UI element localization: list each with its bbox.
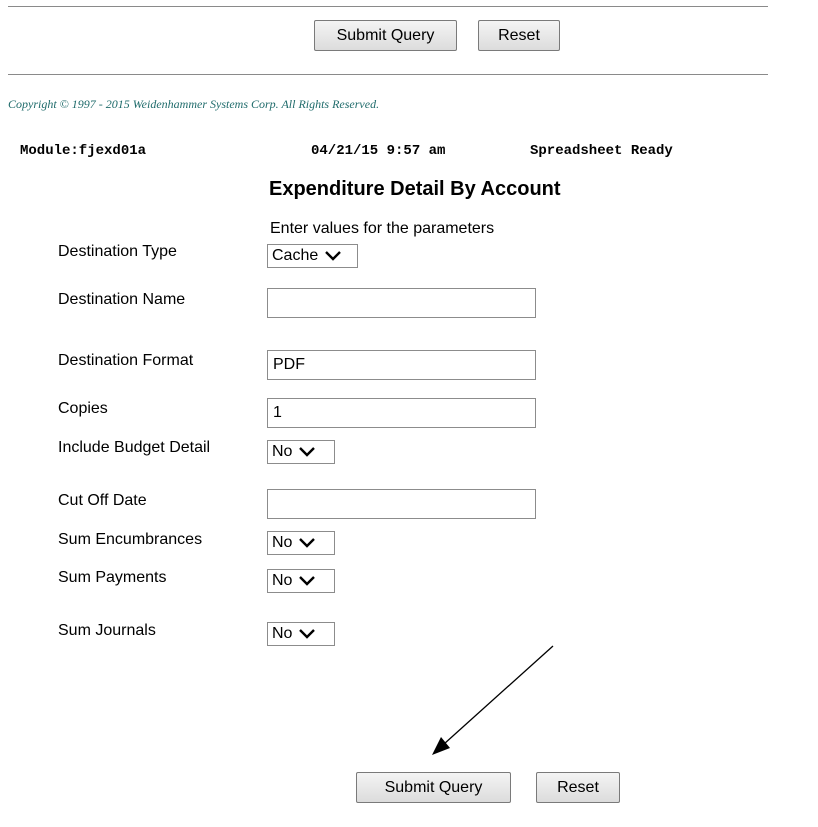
divider — [8, 74, 768, 75]
sum-payments-select[interactable]: No — [267, 569, 335, 593]
sum-journals-select[interactable]: No — [267, 622, 335, 646]
copies-input[interactable]: 1 — [267, 398, 536, 428]
sum-payments-label: Sum Payments — [58, 569, 167, 586]
status-text: Spreadsheet Ready — [530, 143, 673, 159]
arrow-annotation — [432, 645, 554, 755]
destination-name-input[interactable] — [267, 288, 536, 318]
destination-type-value: Cache — [272, 247, 319, 264]
include-budget-detail-select[interactable]: No — [267, 440, 335, 464]
chevron-down-icon — [299, 576, 316, 586]
sum-encumbrances-value: No — [272, 534, 293, 551]
reset-button-top[interactable]: Reset — [478, 20, 560, 51]
destination-name-label: Destination Name — [58, 291, 186, 308]
destination-type-select[interactable]: Cache — [267, 244, 358, 268]
cut-off-date-input[interactable] — [267, 489, 536, 519]
submit-query-button-top[interactable]: Submit Query — [314, 20, 457, 51]
cut-off-date-label: Cut Off Date — [58, 492, 147, 509]
destination-format-input[interactable]: PDF — [267, 350, 536, 380]
sum-encumbrances-label: Sum Encumbrances — [58, 531, 203, 548]
chevron-down-icon — [299, 629, 316, 639]
include-budget-detail-label: Include Budget Detail — [58, 439, 211, 456]
copyright-notice: Copyright © 1997 - 2015 Weidenhammer Sys… — [8, 97, 380, 111]
destination-format-label: Destination Format — [58, 352, 194, 369]
chevron-down-icon — [325, 251, 342, 261]
top-divider — [8, 6, 768, 7]
form-instructions: Enter values for the parameters — [270, 220, 495, 237]
chevron-down-icon — [299, 538, 316, 548]
copies-label: Copies — [58, 400, 108, 417]
destination-type-label: Destination Type — [58, 243, 177, 260]
sum-journals-label: Sum Journals — [58, 622, 156, 639]
include-budget-detail-value: No — [272, 443, 293, 460]
sum-journals-value: No — [272, 625, 293, 642]
sum-encumbrances-select[interactable]: No — [267, 531, 335, 555]
page-title: Expenditure Detail By Account — [269, 178, 561, 200]
timestamp: 04/21/15 9:57 am — [311, 143, 446, 159]
sum-payments-value: No — [272, 572, 293, 589]
submit-query-button-bottom[interactable]: Submit Query — [356, 772, 511, 803]
module-id: Module:fjexd01a — [20, 143, 147, 159]
reset-button-bottom[interactable]: Reset — [536, 772, 620, 803]
chevron-down-icon — [299, 447, 316, 457]
